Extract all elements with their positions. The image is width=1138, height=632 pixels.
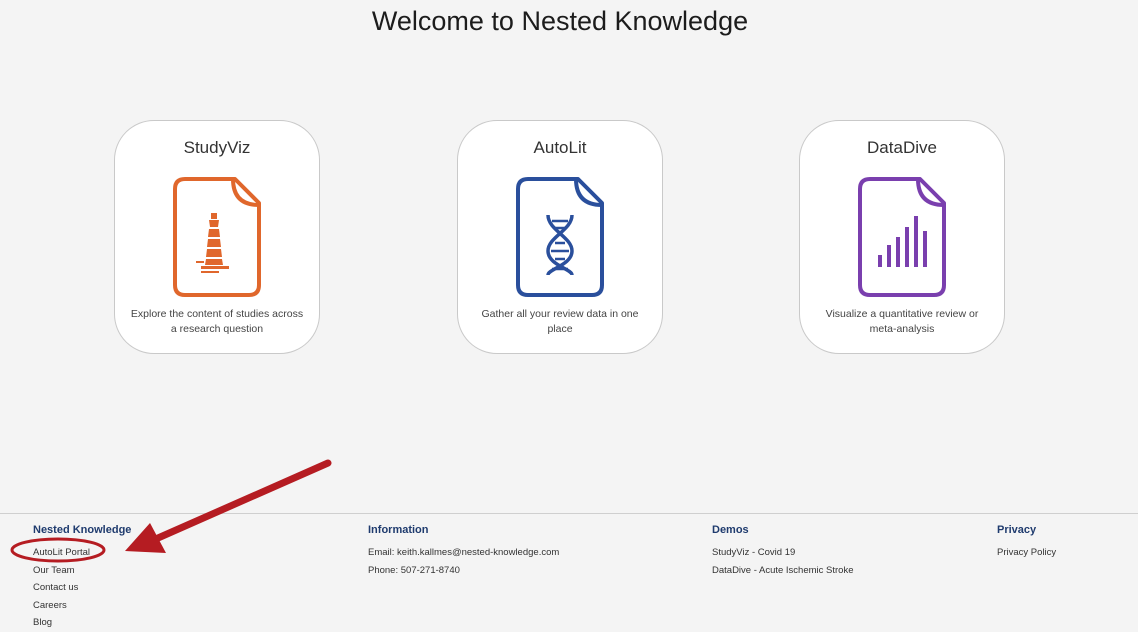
footer: Nested Knowledge AutoLit Portal Our Team… [0,513,1138,631]
footer-column-information: Information Email: keith.kallmes@nested-… [368,524,559,579]
footer-phone: Phone: 507-271-8740 [368,564,460,576]
footer-link-datadive-stroke[interactable]: DataDive - Acute Ischemic Stroke [712,562,854,580]
studyviz-card[interactable]: StudyViz Explore the content of studies … [114,120,320,354]
footer-column-demos: Demos StudyViz - Covid 19 DataDive - Acu… [712,524,854,579]
footer-link-contact-us[interactable]: Contact us [33,579,131,597]
footer-column-nested-knowledge: Nested Knowledge AutoLit Portal Our Team… [33,524,131,632]
card-description-studyviz: Explore the content of studies across a … [130,308,304,335]
footer-link-careers[interactable]: Careers [33,597,131,615]
footer-link-blog[interactable]: Blog [33,614,131,632]
footer-link-autolit-portal[interactable]: AutoLit Portal [33,544,131,562]
footer-heading-information: Information [368,524,429,536]
footer-link-our-team[interactable]: Our Team [33,562,131,580]
footer-link-studyviz-covid[interactable]: StudyViz - Covid 19 [712,544,854,562]
card-description-datadive: Visualize a quantitative review or meta-… [825,308,979,335]
footer-heading-privacy: Privacy [997,524,1037,536]
autolit-card[interactable]: AutoLit Gather all your review data in o… [457,120,663,354]
footer-link-privacy-policy[interactable]: Privacy Policy [997,544,1056,562]
footer-heading-nested-knowledge: Nested Knowledge [33,524,132,536]
card-description-autolit: Gather all your review data in one place [481,308,639,335]
bar-chart-document-icon [858,177,946,297]
dna-document-icon [516,177,604,297]
card-title-studyviz: StudyViz [183,138,251,157]
datadive-card[interactable]: DataDive Visualize a quantitative review… [799,120,1005,354]
card-title-datadive: DataDive [867,138,937,157]
card-title-autolit: AutoLit [533,138,587,157]
lighthouse-document-icon [173,177,261,297]
footer-email[interactable]: Email: keith.kallmes@nested-knowledge.co… [368,544,559,562]
footer-column-privacy: Privacy Privacy Policy [997,524,1056,562]
footer-heading-demos: Demos [712,524,749,536]
page-title: Welcome to Nested Knowledge [371,6,749,36]
